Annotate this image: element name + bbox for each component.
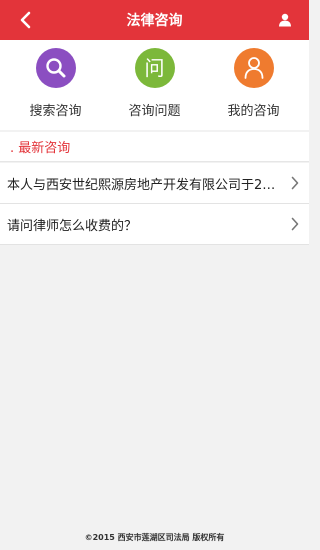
person-icon-circle [233, 48, 274, 88]
user-icon [279, 13, 291, 27]
person-icon [244, 57, 263, 79]
question-text: 请问律师怎么收费的？ [7, 218, 138, 234]
list-item[interactable]: 请问律师怎么收费的？ [0, 204, 309, 245]
ask-question-icon: 问 [144, 56, 165, 80]
back-arrow-icon [20, 11, 31, 29]
user-profile-button[interactable] [277, 11, 293, 29]
top-navigation-bar: 法律咨询 [0, 0, 309, 40]
latest-consult-title: . 最新咨询 [10, 141, 71, 156]
back-button[interactable] [14, 9, 36, 31]
search-icon [45, 58, 65, 78]
search-consult-label: 搜索咨询 [29, 104, 82, 119]
latest-consult-header: . 最新咨询 [0, 132, 309, 162]
my-consult-label: 我的咨询 [227, 104, 280, 119]
ask-question-button[interactable]: 问 咨询问题 [110, 48, 200, 130]
question-text: 本人与西安世纪熙源房地产开发有限公司于2014年签订购房合同 [7, 177, 283, 193]
list-item[interactable]: 本人与西安世纪熙源房地产开发有限公司于2014年签订购房合同 [0, 163, 309, 204]
chevron-right-icon [289, 216, 301, 232]
ask-question-icon-circle: 问 [134, 48, 175, 88]
copyright-footer: ©2015 西安市莲湖区司法局 版权所有 [84, 533, 225, 542]
my-consult-button[interactable]: 我的咨询 [209, 48, 299, 130]
search-icon-circle [35, 48, 76, 88]
page-title: 法律咨询 [126, 13, 183, 29]
search-consult-button[interactable]: 搜索咨询 [11, 48, 101, 130]
question-list: 本人与西安世纪熙源房地产开发有限公司于2014年签订购房合同 请问律师怎么收费的… [0, 163, 309, 245]
quick-actions: 搜索咨询 问 咨询问题 我的咨询 [0, 40, 309, 130]
chevron-right-icon [289, 175, 301, 191]
ask-question-label: 咨询问题 [128, 104, 181, 119]
